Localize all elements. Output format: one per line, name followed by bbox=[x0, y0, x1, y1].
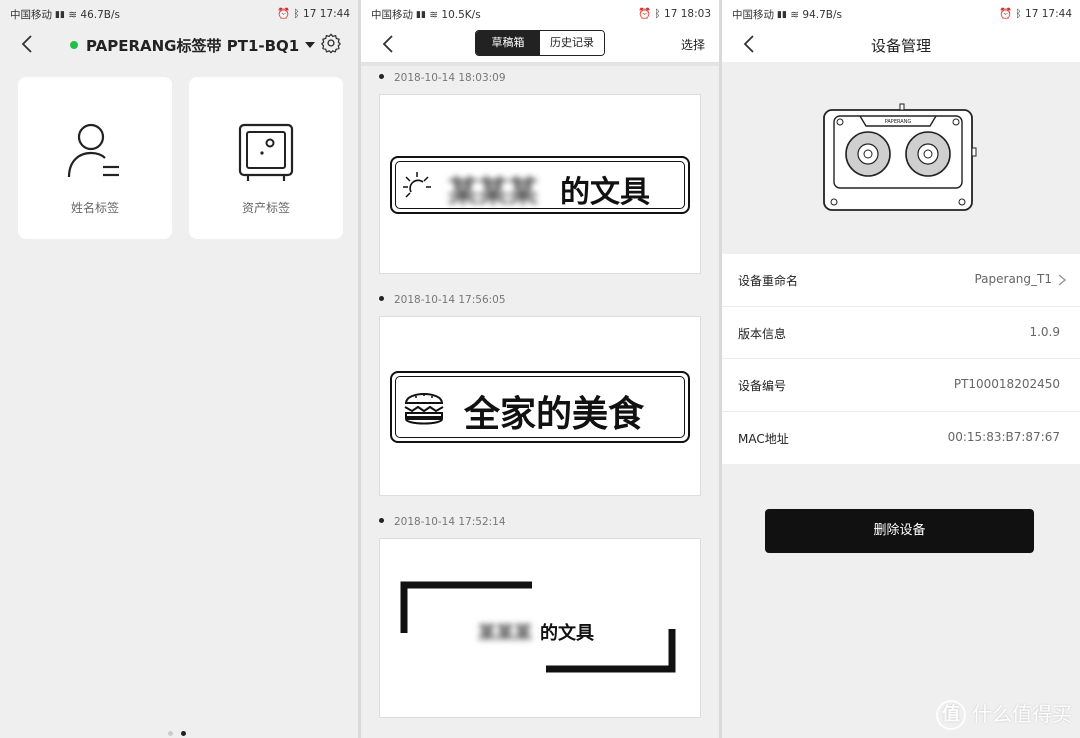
wifi-icon: ≋ bbox=[68, 9, 78, 21]
watermark-text: 什么值得买 bbox=[972, 701, 1072, 726]
label-text: 的文具 bbox=[540, 623, 594, 644]
carrier-label: 中国移动 bbox=[371, 9, 413, 21]
name-label-text: 姓名标签 bbox=[70, 201, 119, 215]
top-bar: PAPERANG标签带 PT1-BQ1 bbox=[0, 26, 358, 62]
battery-level: 17 bbox=[303, 8, 317, 20]
network-speed: 10.5K/s bbox=[441, 9, 481, 21]
sun-icon bbox=[403, 172, 431, 198]
status-bar: 中国移动 ▮▮ ≋ 46.7B/s ⏰ ᛒ 17 17:44 bbox=[0, 0, 358, 26]
draft-card[interactable]: 全家的美食 bbox=[379, 316, 701, 496]
alarm-icon: ⏰ bbox=[276, 8, 291, 20]
battery-level: 17 bbox=[664, 8, 678, 20]
draft-date: 2018-10-14 17:56:05 bbox=[379, 294, 506, 306]
row-key: 设备编号 bbox=[738, 379, 787, 393]
version-value: 1.0.9 bbox=[1029, 324, 1060, 339]
tab-history[interactable]: 历史记录 bbox=[540, 31, 604, 55]
device-management-screen: 中国移动 ▮▮ ≋ 94.7B/s ⏰ ᛒ 17 17:44 设备管理 PAPER… bbox=[722, 0, 1080, 738]
tab-drafts[interactable]: 草稿箱 bbox=[476, 31, 540, 55]
alarm-icon: ⏰ bbox=[637, 8, 652, 20]
signal-icon: ▮▮ bbox=[55, 10, 65, 20]
wifi-icon: ≋ bbox=[790, 9, 800, 21]
rename-device-row[interactable]: 设备重命名 Paperang_T1 bbox=[722, 254, 1080, 307]
alarm-icon: ⏰ bbox=[998, 8, 1013, 20]
row-key: 设备重命名 bbox=[738, 274, 799, 288]
battery-level: 17 bbox=[1025, 8, 1039, 20]
page-title: 设备管理 bbox=[870, 37, 931, 55]
label-text-blurred: 某某某 bbox=[478, 623, 532, 644]
back-icon[interactable] bbox=[16, 32, 40, 56]
person-icon bbox=[67, 123, 119, 178]
watermark-logo: 值 bbox=[936, 700, 966, 730]
bluetooth-icon: ᛒ bbox=[1015, 8, 1022, 20]
label-preview: 全家的美食 bbox=[390, 371, 690, 443]
label-text-blurred: 某某某 bbox=[448, 175, 538, 210]
signal-icon: ▮▮ bbox=[416, 10, 426, 20]
clock: 17:44 bbox=[319, 8, 350, 20]
carrier-label: 中国移动 bbox=[10, 9, 52, 21]
top-bar: 设备管理 bbox=[722, 26, 1080, 62]
device-brand-text: PAPERANG bbox=[885, 119, 912, 125]
watermark: 值什么值得买 bbox=[936, 698, 1072, 730]
device-name-value: Paperang_T1 bbox=[974, 272, 1052, 286]
row-key: 版本信息 bbox=[738, 326, 787, 341]
page-indicator bbox=[168, 721, 194, 738]
device-illustration-area: PAPERANG bbox=[722, 62, 1080, 254]
status-bar: 中国移动 ▮▮ ≋ 94.7B/s ⏰ ᛒ 17 17:44 bbox=[722, 0, 1080, 26]
gear-icon[interactable] bbox=[320, 32, 342, 54]
delete-device-button[interactable]: 删除设备 bbox=[765, 509, 1034, 553]
row-key: MAC地址 bbox=[738, 431, 789, 446]
back-icon[interactable] bbox=[377, 32, 401, 56]
serial-number-row: 设备编号 PT100018202450 bbox=[722, 359, 1080, 412]
version-row: 版本信息 1.0.9 bbox=[722, 307, 1080, 359]
status-bar: 中国移动 ▮▮ ≋ 10.5K/s ⏰ ᛒ 17 18:03 bbox=[361, 0, 719, 26]
signal-icon: ▮▮ bbox=[777, 10, 787, 20]
dropdown-caret-icon bbox=[305, 42, 316, 48]
top-bar: 草稿箱 历史记录 选择 bbox=[361, 26, 719, 62]
drafts-screen: 中国移动 ▮▮ ≋ 10.5K/s ⏰ ᛒ 17 18:03 草稿箱 历史记录 选… bbox=[361, 0, 719, 738]
segmented-control: 草稿箱 历史记录 bbox=[475, 30, 605, 56]
burger-icon bbox=[404, 393, 444, 425]
draft-date: 2018-10-14 18:03:09 bbox=[379, 72, 506, 84]
label-cassette-icon: PAPERANG bbox=[823, 103, 977, 211]
serial-number-value: PT100018202450 bbox=[953, 377, 1060, 391]
device-info-list: 设备重命名 Paperang_T1 版本信息 1.0.9 设备编号 PT1000… bbox=[722, 254, 1080, 464]
network-speed: 94.7B/s bbox=[802, 9, 842, 21]
clock: 18:03 bbox=[680, 8, 711, 20]
page-dot[interactable] bbox=[168, 731, 173, 736]
network-speed: 46.7B/s bbox=[80, 9, 120, 21]
draft-card[interactable]: 某某某 的文具 bbox=[379, 538, 701, 718]
carrier-label: 中国移动 bbox=[732, 9, 774, 21]
connected-status-dot bbox=[70, 41, 78, 49]
label-tape-home-screen: 中国移动 ▮▮ ≋ 46.7B/s ⏰ ᛒ 17 17:44 PAPERANG标签… bbox=[0, 0, 358, 738]
device-selector[interactable]: PAPERANG标签带 PT1-BQ1 bbox=[70, 35, 316, 56]
label-text: 的文具 bbox=[560, 175, 650, 210]
draft-card[interactable]: 某某某 的文具 bbox=[379, 94, 701, 274]
label-preview: 某某某 的文具 bbox=[390, 156, 690, 214]
mac-address-value: 00:15:83:B7:87:67 bbox=[947, 429, 1060, 444]
mac-address-row: MAC地址 00:15:83:B7:87:67 bbox=[722, 412, 1080, 465]
chevron-right-icon bbox=[1058, 274, 1066, 286]
divider bbox=[361, 62, 719, 66]
asset-label-text: 资产标签 bbox=[241, 201, 290, 215]
asset-label-card[interactable]: 资产标签 bbox=[189, 77, 343, 239]
bluetooth-icon: ᛒ bbox=[654, 8, 661, 20]
device-title: PAPERANG标签带 PT1-BQ1 bbox=[86, 37, 300, 55]
safe-icon bbox=[238, 123, 294, 181]
name-label-card[interactable]: 姓名标签 bbox=[18, 77, 172, 239]
select-button[interactable]: 选择 bbox=[681, 36, 705, 53]
page-dot-active[interactable] bbox=[181, 731, 186, 736]
wifi-icon: ≋ bbox=[429, 9, 439, 21]
clock: 17:44 bbox=[1041, 8, 1072, 20]
draft-date: 2018-10-14 17:52:14 bbox=[379, 516, 506, 528]
bluetooth-icon: ᛒ bbox=[293, 8, 300, 20]
label-text: 全家的美食 bbox=[464, 393, 645, 435]
